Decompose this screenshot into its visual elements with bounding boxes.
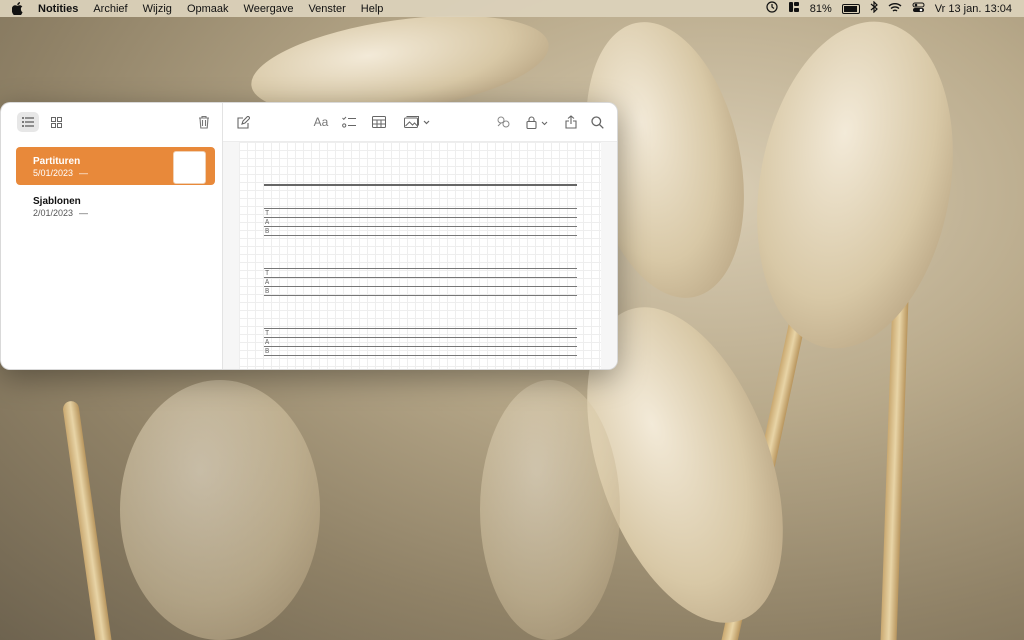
tab-label-b: B	[265, 348, 270, 356]
note-date: 2/01/2023	[33, 208, 74, 218]
tab-label-a: A	[265, 279, 270, 287]
share-icon	[565, 115, 577, 129]
notes-window: Partituren 5/01/2023— Sjablonen 2/01/202…	[0, 102, 618, 370]
note-date: 5/01/2023	[33, 168, 74, 178]
checklist-icon	[342, 116, 356, 128]
editor-toolbar: Aa	[223, 103, 617, 142]
apple-menu-icon[interactable]	[12, 2, 26, 15]
delete-note-button[interactable]	[194, 112, 214, 132]
new-note-button[interactable]	[235, 112, 251, 132]
menu-archief[interactable]: Archief	[93, 3, 127, 15]
list-item[interactable]: Sjablonen 2/01/2023 —	[16, 187, 215, 225]
note-snippet: —	[79, 208, 89, 218]
clock-datetime[interactable]: Vr 13 jan. 13:04	[935, 3, 1012, 15]
sidebar-toolbar	[9, 103, 222, 141]
note-content-area[interactable]: T A B T A B T A B	[223, 142, 617, 369]
menu-opmaak[interactable]: Opmaak	[187, 3, 229, 15]
control-center-icon[interactable]	[912, 2, 925, 16]
gallery-view-button[interactable]	[45, 112, 67, 132]
format-button[interactable]: Aa	[311, 112, 331, 132]
trash-icon	[199, 115, 209, 129]
battery-icon[interactable]	[841, 3, 860, 14]
tab-label-t: T	[265, 270, 270, 278]
tab-label-t: T	[265, 210, 270, 218]
search-button[interactable]	[589, 112, 605, 132]
table-icon	[372, 116, 386, 128]
share-button[interactable]	[563, 112, 579, 132]
battery-percentage: 81%	[809, 2, 832, 15]
list-icon	[22, 117, 34, 127]
collaborate-icon	[497, 116, 509, 128]
note-list: Partituren 5/01/2023— Sjablonen 2/01/202…	[9, 141, 222, 233]
menu-venster[interactable]: Venster	[308, 3, 345, 15]
tab-label-b: B	[265, 228, 270, 236]
screen-time-clock-icon[interactable]	[766, 1, 778, 16]
lock-button[interactable]	[525, 112, 549, 132]
note-title: Sjablonen	[33, 196, 81, 207]
tab-label-a: A	[265, 339, 270, 347]
tab-label-t: T	[265, 330, 270, 338]
menu-app-name[interactable]: Notities	[38, 3, 78, 15]
grid-icon	[50, 116, 62, 128]
tab-label-a: A	[265, 219, 270, 227]
notes-sidebar: Partituren 5/01/2023— Sjablonen 2/01/202…	[9, 103, 223, 369]
note-thumbnail	[173, 151, 206, 184]
checklist-button[interactable]	[341, 112, 357, 132]
note-meta: 2/01/2023 —	[33, 208, 205, 219]
menu-help[interactable]: Help	[361, 3, 384, 15]
media-button[interactable]	[403, 112, 431, 132]
menu-wijzig[interactable]: Wijzig	[143, 3, 172, 15]
stage-manager-icon[interactable]	[788, 1, 800, 16]
tablature-sheet[interactable]: T A B T A B T A B	[239, 142, 601, 369]
note-snippet: —	[79, 168, 89, 178]
collaborate-button[interactable]	[495, 112, 511, 132]
list-view-button[interactable]	[17, 112, 39, 132]
lock-icon	[526, 115, 548, 129]
photo-icon	[404, 116, 430, 128]
menu-weergave[interactable]: Weergave	[244, 3, 294, 15]
tab-label-b: B	[265, 288, 270, 296]
view-mode-toggle	[17, 112, 67, 132]
search-icon	[590, 115, 604, 129]
wifi-icon[interactable]	[888, 2, 902, 16]
compose-icon	[236, 115, 250, 129]
table-button[interactable]	[371, 112, 387, 132]
menu-bar: Notities Archief Wijzig Opmaak Weergave …	[0, 0, 1024, 17]
bluetooth-icon[interactable]	[870, 0, 878, 16]
note-editor: Aa T A B T A B T A B	[223, 103, 617, 369]
list-item[interactable]: Partituren 5/01/2023—	[16, 147, 215, 185]
